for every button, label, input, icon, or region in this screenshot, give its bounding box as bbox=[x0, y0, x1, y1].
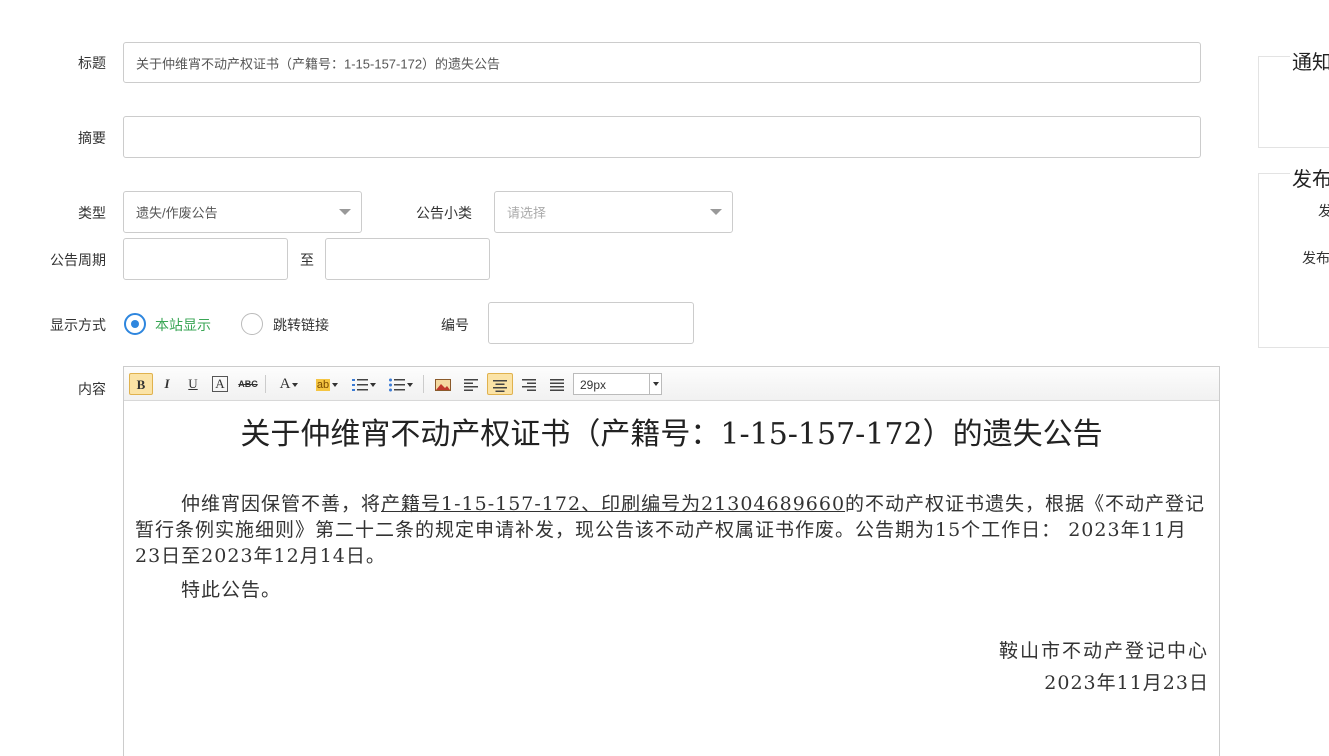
period-end-input[interactable] bbox=[325, 238, 490, 280]
radio-redirect-link[interactable] bbox=[241, 313, 263, 335]
align-left-icon bbox=[464, 378, 478, 391]
font-size-select[interactable]: 29px bbox=[573, 373, 662, 395]
document-organization: 鞍山市不动产登记中心 bbox=[998, 640, 1209, 662]
rich-text-editor[interactable]: B I U A ABC A ab 29px 关于仲维宵不动产权证书（产籍号：1-… bbox=[123, 366, 1220, 756]
subtype-select-placeholder: 请选择 bbox=[507, 205, 547, 221]
chevron-down-icon bbox=[332, 382, 339, 387]
font-size-value: 29px bbox=[580, 378, 607, 392]
type-select[interactable]: 遗失/作废公告 bbox=[123, 191, 362, 233]
title-input[interactable]: 关于仲维宵不动产权证书（产籍号：1-15-157-172）的遗失公告 bbox=[123, 42, 1201, 83]
paragraph-prefix: 仲维宵因保管不善，将 bbox=[181, 493, 382, 515]
underline-button[interactable]: U bbox=[183, 373, 203, 395]
editor-toolbar: B I U A ABC A ab 29px bbox=[124, 367, 1219, 401]
radio-local-display[interactable] bbox=[124, 313, 146, 335]
align-right-icon bbox=[522, 378, 536, 391]
font-color-icon: A bbox=[279, 376, 291, 392]
justify-icon bbox=[550, 378, 564, 391]
display-label: 显示方式 bbox=[50, 317, 106, 333]
document-date: 2023年11月23日 bbox=[1044, 672, 1209, 694]
toolbar-divider bbox=[265, 375, 266, 393]
chevron-down-icon bbox=[339, 209, 351, 215]
chevron-down-icon bbox=[649, 374, 661, 394]
strikethrough-button[interactable]: ABC bbox=[236, 373, 260, 395]
justify-button[interactable] bbox=[545, 373, 569, 395]
highlight-button[interactable]: ab bbox=[310, 373, 344, 395]
type-select-value: 遗失/作废公告 bbox=[136, 205, 218, 221]
chevron-down-icon bbox=[292, 382, 299, 387]
subtype-select[interactable]: 请选择 bbox=[494, 191, 733, 233]
publish-field-label-2: 发布 bbox=[1302, 250, 1329, 266]
document-paragraph: 仲维宵因保管不善，将产籍号1-15-157-172、印刷编号为213046896… bbox=[135, 491, 1209, 569]
font-border-button[interactable]: A bbox=[210, 373, 230, 395]
align-center-icon bbox=[493, 379, 507, 392]
period-label: 公告周期 bbox=[50, 252, 106, 268]
radio-redirect-link-label[interactable]: 跳转链接 bbox=[273, 315, 329, 335]
title-label: 标题 bbox=[78, 55, 106, 71]
closing-text: 特此公告。 bbox=[181, 579, 282, 601]
italic-button[interactable]: I bbox=[157, 373, 177, 395]
ordered-list-button[interactable] bbox=[348, 373, 380, 395]
publish-panel-title: 发布 bbox=[1290, 163, 1329, 192]
subtype-label: 公告小类 bbox=[416, 205, 472, 221]
font-border-icon: A bbox=[212, 376, 228, 392]
document-title: 关于仲维宵不动产权证书（产籍号：1-15-157-172）的遗失公告 bbox=[240, 417, 1103, 452]
number-input[interactable] bbox=[488, 302, 694, 344]
number-label: 编号 bbox=[441, 317, 469, 333]
toolbar-divider bbox=[423, 375, 424, 393]
align-right-button[interactable] bbox=[517, 373, 541, 395]
image-icon bbox=[435, 378, 451, 391]
unordered-list-icon bbox=[389, 378, 405, 392]
notice-panel-title: 通知 bbox=[1290, 46, 1329, 75]
highlight-icon: ab bbox=[315, 379, 331, 391]
chevron-down-icon bbox=[710, 209, 722, 215]
bold-button[interactable]: B bbox=[129, 373, 153, 395]
summary-label: 摘要 bbox=[78, 130, 106, 146]
editor-content[interactable]: 关于仲维宵不动产权证书（产籍号：1-15-157-172）的遗失公告 仲维宵因保… bbox=[124, 401, 1219, 756]
publish-field-label-1: 发 bbox=[1318, 203, 1329, 219]
align-left-button[interactable] bbox=[459, 373, 483, 395]
content-label: 内容 bbox=[78, 381, 106, 397]
chevron-down-icon bbox=[370, 382, 376, 387]
period-start-input[interactable] bbox=[123, 238, 288, 280]
period-to-label: 至 bbox=[300, 252, 314, 268]
ordered-list-icon bbox=[352, 378, 368, 391]
font-color-button[interactable]: A bbox=[274, 373, 304, 395]
title-input-value: 关于仲维宵不动产权证书（产籍号：1-15-157-172）的遗失公告 bbox=[136, 56, 501, 71]
chevron-down-icon bbox=[407, 382, 413, 387]
unordered-list-button[interactable] bbox=[385, 373, 417, 395]
align-center-button[interactable] bbox=[487, 373, 513, 395]
paragraph-underlined: 产籍号1-15-157-172、印刷编号为21304689660 bbox=[381, 493, 846, 515]
document-closing: 特此公告。 bbox=[135, 575, 281, 602]
type-label: 类型 bbox=[78, 205, 106, 221]
summary-input[interactable] bbox=[123, 116, 1201, 158]
radio-local-display-label[interactable]: 本站显示 bbox=[155, 315, 211, 335]
insert-image-button[interactable] bbox=[431, 373, 455, 395]
